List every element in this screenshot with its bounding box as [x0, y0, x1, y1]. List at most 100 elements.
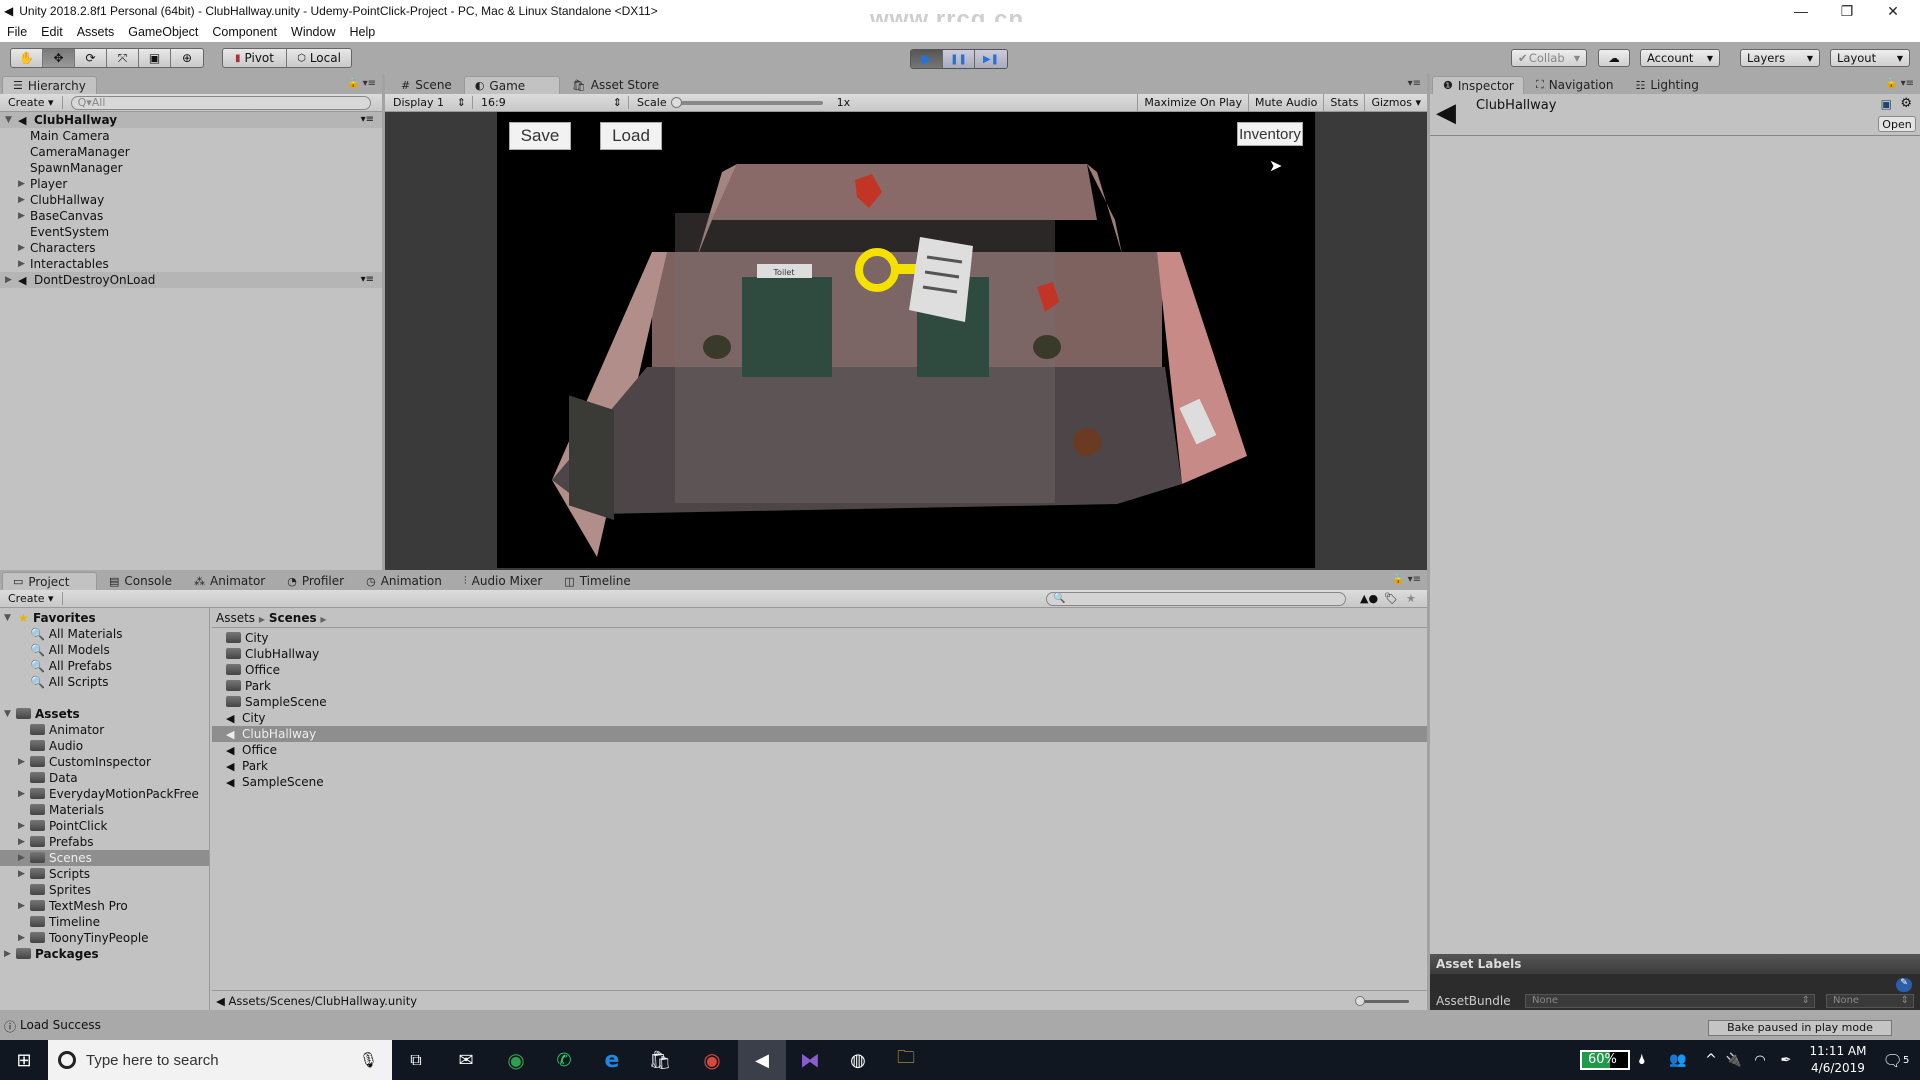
chevron-up-icon[interactable]: ^	[1700, 1040, 1722, 1080]
chrome-profile-icon[interactable]: ◉	[688, 1040, 736, 1080]
assetbundle-variant-dropdown[interactable]: None ⇕	[1826, 994, 1914, 1008]
visual-studio-icon[interactable]: ⧓	[786, 1040, 834, 1080]
hierarchy-search-input[interactable]: Q▾ All	[70, 95, 371, 110]
game-render-area[interactable]: Toilet Save Load Inventory ➤	[497, 112, 1315, 568]
lock-menu-icon[interactable]: 🔒 ▾≡	[347, 78, 376, 89]
icon-size-slider-thumb[interactable]	[1355, 996, 1365, 1006]
open-button[interactable]: Open	[1878, 116, 1916, 132]
save-button[interactable]: Save	[509, 122, 571, 150]
menu-assets[interactable]: Assets	[70, 25, 122, 39]
windows-start-icon[interactable]: ⊞	[0, 1040, 48, 1080]
gizmos-dropdown[interactable]: Gizmos ▾	[1364, 94, 1427, 111]
tab-console[interactable]: ▤ Console	[99, 572, 182, 590]
folder-item[interactable]: Office	[212, 662, 1427, 678]
filter-type-icon[interactable]: ▲●	[1360, 592, 1378, 605]
scale-tool-icon[interactable]: ⤧	[107, 49, 139, 67]
action-center-icon[interactable]: 🗨 5	[1872, 1040, 1920, 1080]
packages-root-row[interactable]: ▶ Packages	[0, 946, 209, 962]
tab-asset-store[interactable]: 🛍 Asset Store	[562, 76, 669, 94]
menu-component[interactable]: Component	[205, 25, 284, 39]
aspect-dropdown[interactable]: 16:9 ⇕	[473, 96, 629, 109]
create-dropdown[interactable]: Create ▾	[8, 96, 63, 109]
asset-folder-row[interactable]: ▶ Prefabs	[0, 834, 209, 850]
menu-gameobject[interactable]: GameObject	[121, 25, 205, 39]
scale-slider[interactable]	[670, 96, 823, 108]
tab-scene[interactable]: # Scene	[391, 76, 462, 94]
folder-item[interactable]: City	[212, 630, 1427, 646]
menu-edit[interactable]: Edit	[34, 25, 70, 39]
step-button[interactable]: ▶❚	[975, 50, 1007, 68]
tab-hierarchy[interactable]: ☰ Hierarchy	[2, 76, 97, 94]
scene-root-row[interactable]: ▼ ◀ ClubHallway ▾≡	[0, 112, 382, 128]
breadcrumb-assets[interactable]: Assets	[216, 611, 255, 625]
scene-file-item[interactable]: ◀ City	[212, 710, 1427, 726]
gear-icon[interactable]: ⚙	[1900, 96, 1912, 111]
power-icon[interactable]: 🌢	[1630, 1040, 1654, 1080]
obs-icon[interactable]: ◍	[834, 1040, 882, 1080]
status-message[interactable]: Load Success	[20, 1018, 101, 1032]
asset-folder-row[interactable]: Materials	[0, 802, 209, 818]
microphone-icon[interactable]: 🎙	[359, 1051, 378, 1069]
favorite-item[interactable]: 🔍 All Scripts	[0, 674, 209, 690]
move-tool-icon[interactable]: ✥	[43, 49, 75, 67]
assetbundle-dropdown[interactable]: None ⇕	[1525, 994, 1815, 1008]
lock-menu-icon[interactable]: 🔒 ▾≡	[1392, 574, 1421, 585]
hierarchy-item[interactable]: Main Camera	[0, 128, 382, 144]
whatsapp-icon[interactable]: ✆	[540, 1040, 588, 1080]
task-view-icon[interactable]: ⧉	[392, 1040, 440, 1080]
lock-menu-icon[interactable]: 🔒 ▾≡	[1885, 78, 1914, 89]
tab-timeline[interactable]: ◫ Timeline	[554, 572, 640, 590]
expand-arrow-icon[interactable]: ▶	[18, 930, 25, 946]
asset-folder-row[interactable]: ▶ Scenes	[0, 850, 209, 866]
scene-file-item[interactable]: ◀ Office	[212, 742, 1427, 758]
collab-button[interactable]: ✔ Collab ▼	[1511, 49, 1587, 67]
asset-folder-row[interactable]: ▶ ToonyTinyPeople	[0, 930, 209, 946]
expand-arrow-icon[interactable]: ▶	[18, 754, 25, 770]
menu-file[interactable]: File	[0, 25, 34, 39]
help-book-icon[interactable]: ▣	[1881, 97, 1892, 111]
menu-help[interactable]: Help	[342, 25, 382, 39]
expand-arrow-icon[interactable]: ▶	[18, 192, 25, 208]
expand-arrow-icon[interactable]: ▶	[18, 240, 25, 256]
tab-lighting[interactable]: ☷ Lighting	[1625, 76, 1708, 94]
asset-folder-row[interactable]: Audio	[0, 738, 209, 754]
scene-file-item[interactable]: ◀ SampleScene	[212, 774, 1427, 790]
pivot-button[interactable]: ▮ Pivot	[223, 49, 287, 67]
charging-icon[interactable]: 🔌	[1722, 1040, 1746, 1080]
transform-tool-icon[interactable]: ⊕	[171, 49, 203, 67]
load-button[interactable]: Load	[600, 122, 662, 150]
expand-arrow-icon[interactable]: ▶	[18, 786, 25, 802]
hierarchy-item[interactable]: ▶ Characters	[0, 240, 382, 256]
tab-animation[interactable]: ◷ Animation	[356, 572, 452, 590]
store-icon[interactable]: 🛍	[636, 1040, 684, 1080]
folder-item[interactable]: Park	[212, 678, 1427, 694]
breadcrumb-scenes[interactable]: Scenes	[269, 611, 317, 625]
create-dropdown[interactable]: Create ▾	[8, 592, 63, 605]
panel-menu-icon[interactable]: ▾≡	[1408, 78, 1421, 89]
assets-root-row[interactable]: ▼ Assets	[0, 706, 209, 722]
hierarchy-item[interactable]: CameraManager	[0, 144, 382, 160]
favorites-row[interactable]: ▼ ★ Favorites	[0, 610, 209, 626]
unity-taskbar-icon[interactable]: ◀	[738, 1040, 786, 1080]
file-explorer-icon[interactable]: 🗀	[882, 1040, 930, 1080]
menu-window[interactable]: Window	[284, 25, 342, 39]
tab-navigation[interactable]: ⛶ Navigation	[1526, 76, 1623, 94]
maximize-on-play-toggle[interactable]: Maximize On Play	[1137, 94, 1248, 111]
expand-arrow-icon[interactable]: ▶	[5, 272, 12, 288]
tab-project[interactable]: ▭ Project	[2, 572, 97, 590]
tab-inspector[interactable]: ❶ Inspector	[1432, 76, 1524, 94]
scene-menu-icon[interactable]: ▾≡	[361, 272, 374, 288]
restore-button[interactable]: ❐	[1824, 0, 1870, 22]
mute-audio-toggle[interactable]: Mute Audio	[1248, 94, 1323, 111]
tab-animator[interactable]: ⁂ Animator	[184, 572, 275, 590]
rotate-tool-icon[interactable]: ⟳	[75, 49, 107, 67]
favorite-item[interactable]: 🔍 All Materials	[0, 626, 209, 642]
expand-arrow-icon[interactable]: ▶	[4, 946, 11, 962]
expand-arrow-icon[interactable]: ▶	[18, 818, 25, 834]
hierarchy-item[interactable]: ▶ ClubHallway	[0, 192, 382, 208]
expand-arrow-icon[interactable]: ▶	[18, 176, 25, 192]
expand-arrow-icon[interactable]: ▶	[18, 866, 25, 882]
expand-arrow-icon[interactable]: ▶	[18, 208, 25, 224]
play-button[interactable]: ▶	[911, 50, 943, 68]
asset-folder-row[interactable]: Animator	[0, 722, 209, 738]
